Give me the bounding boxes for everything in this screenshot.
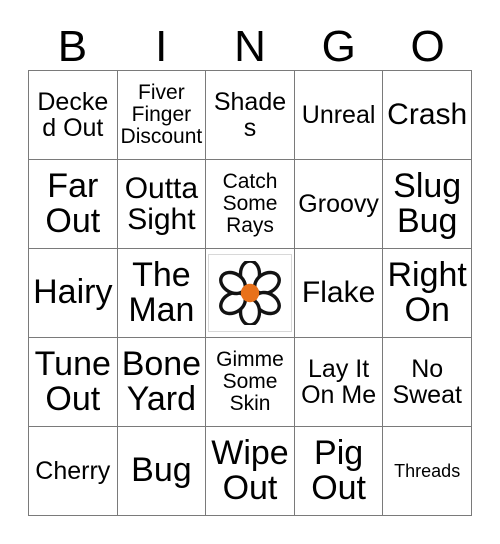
bingo-cell[interactable]: Fiver Finger Discount (117, 71, 207, 160)
bingo-cell[interactable]: Bug (117, 427, 207, 516)
bingo-cell-label: The Man (128, 255, 195, 329)
bingo-cell-label: Lay It On Me (301, 355, 377, 409)
bingo-cell[interactable]: Bone Yard (117, 338, 207, 427)
bingo-cell-label: Groovy (298, 190, 379, 218)
bingo-cell-label: Bug (131, 451, 192, 490)
bingo-cell-label: Threads (394, 460, 461, 481)
bingo-cell-label: Outta Sight (124, 171, 199, 236)
bingo-cell-label: Gimme Some Skin (216, 348, 284, 415)
bingo-cell[interactable]: Flake (294, 249, 384, 338)
bingo-free-space-cell[interactable] (206, 249, 295, 338)
bingo-cell-label: Decked Out (37, 88, 109, 142)
bingo-cell[interactable]: Lay It On Me (294, 338, 384, 427)
bingo-cell[interactable]: Slug Bug (383, 160, 472, 249)
bingo-cell[interactable]: Far Out (29, 160, 118, 249)
bingo-cell-label: Wipe Out (211, 433, 289, 507)
bingo-cell-label: Tune Out (34, 344, 111, 418)
bingo-cell-label: Slug Bug (393, 166, 462, 240)
bingo-cell[interactable]: Groovy (294, 160, 384, 249)
bingo-cell[interactable]: Tune Out (29, 338, 118, 427)
bingo-cell[interactable]: Unreal (294, 71, 384, 160)
bingo-cell-label: Hairy (33, 273, 113, 312)
bingo-cell[interactable]: Catch Some Rays (206, 160, 295, 249)
bingo-cell-label: Crash (387, 98, 468, 132)
header-letter-n: N (234, 22, 266, 71)
bingo-cell[interactable]: Threads (383, 427, 472, 516)
bingo-cell-label: No Sweat (392, 355, 462, 409)
bingo-cell-label: Pig Out (311, 433, 366, 507)
bingo-header: B I N G O (28, 18, 472, 70)
bingo-cell[interactable]: Outta Sight (117, 160, 207, 249)
bingo-cell-label: Shades (213, 88, 287, 142)
bingo-cell-label: Unreal (301, 101, 376, 129)
header-letter-g: G (321, 22, 356, 71)
bingo-cell[interactable]: The Man (117, 249, 207, 338)
bingo-grid: Decked Out Fiver Finger Discount Shades … (28, 70, 472, 516)
bingo-cell[interactable]: Decked Out (29, 71, 118, 160)
bingo-cell[interactable]: Pig Out (294, 427, 384, 516)
header-letter-b: B (57, 22, 88, 71)
bingo-cell[interactable]: Right On (383, 249, 472, 338)
header-letter-i: I (155, 22, 168, 71)
bingo-cell[interactable]: Hairy (29, 249, 118, 338)
bingo-cell[interactable]: Crash (383, 71, 472, 160)
bingo-cell[interactable]: Wipe Out (206, 427, 295, 516)
free-space-frame (207, 254, 292, 332)
bingo-cell-label: Flake (301, 276, 376, 310)
bingo-cell[interactable]: No Sweat (383, 338, 472, 427)
bingo-card: B I N G O Decked Out Fiver Finger Discou… (0, 0, 500, 544)
bingo-cell[interactable]: Shades (206, 71, 295, 160)
bingo-cell[interactable]: Cherry (29, 427, 118, 516)
bingo-cell[interactable]: Gimme Some Skin (206, 338, 295, 427)
bingo-cell-label: Bone Yard (121, 344, 202, 418)
bingo-cell-label: Fiver Finger Discount (120, 81, 203, 148)
bingo-cell-label: Cherry (35, 457, 111, 485)
header-letter-o: O (410, 22, 445, 71)
bingo-cell-label: Right On (387, 255, 467, 329)
daisy-flower-icon (216, 261, 284, 325)
bingo-cell-label: Far Out (45, 166, 101, 240)
bingo-cell-label: Catch Some Rays (222, 170, 278, 237)
